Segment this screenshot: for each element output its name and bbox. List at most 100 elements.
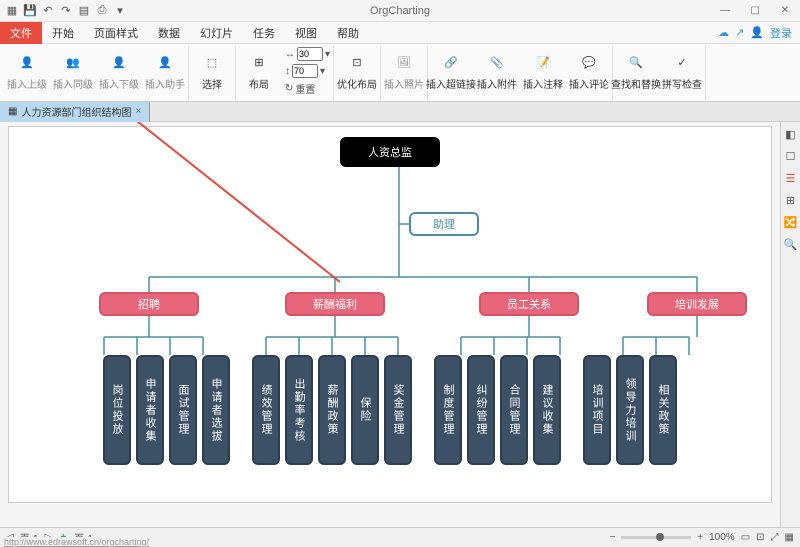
side-data-icon[interactable]: ⊞ [783, 192, 799, 208]
find-icon: 🔍 [625, 52, 647, 74]
side-search-icon[interactable]: 🔍 [783, 236, 799, 252]
node-leaf[interactable]: 培训项目 [583, 355, 611, 465]
side-theme-icon[interactable]: ◧ [783, 126, 799, 142]
node-leaf[interactable]: 建议收集 [533, 355, 561, 465]
doc-tab-label: 人力资源部门组织结构图 [21, 104, 131, 119]
node-assistant[interactable]: 助理 [409, 212, 479, 236]
ribbon-comment-button[interactable]: 💬 插入评论 [569, 46, 609, 96]
node-leaf[interactable]: 薪酬政策 [318, 355, 346, 465]
cloud-icon: ☁ [718, 26, 729, 39]
ribbon-label: 选择 [202, 76, 222, 91]
ribbon-cursor-button[interactable]: ⬚选择 [192, 46, 232, 96]
ribbon-image-button: 🖼插入照片 [384, 46, 424, 96]
fit-width-icon[interactable]: ⊡ [756, 532, 764, 543]
presentation-icon[interactable]: ▦ [785, 532, 794, 543]
ribbon-person-up-button: 👤插入上级 [7, 46, 47, 96]
right-side-panel: ◧ ☐ ☰ ⊞ 🔀 🔍 [780, 122, 800, 527]
minimize-button[interactable]: — [710, 0, 740, 22]
ribbon-spell-button[interactable]: ✓ 拼写检查 [662, 46, 702, 96]
node-leaf[interactable]: 相关政策 [649, 355, 677, 465]
drawing-canvas[interactable]: 人资总监 助理 招聘 薪酬福利 员工关系 培训发展 岗位投放申请者收集面试管理申请者选… [8, 126, 772, 503]
node-leaf[interactable]: 制度管理 [434, 355, 462, 465]
comment-icon: 💬 [578, 52, 600, 74]
side-shape-icon[interactable]: ☐ [783, 148, 799, 164]
side-list-icon[interactable]: ☰ [783, 170, 799, 186]
qat-undo-icon[interactable]: ↶ [40, 3, 56, 19]
footer-url[interactable]: http://www.edrawsoft.cn/orgcharting/ [4, 537, 149, 547]
ribbon-optimize-button[interactable]: ⊡优化布局 [337, 46, 377, 96]
person-down-icon: 👤 [108, 52, 130, 74]
login-area[interactable]: ☁ ↗ 👤 登录 [718, 25, 800, 41]
ribbon-label: 插入下级 [99, 76, 139, 91]
node-root[interactable]: 人资总监 [340, 137, 440, 167]
zoom-slider[interactable] [621, 536, 691, 539]
document-tab-bar: ▦ 人力资源部门组织结构图 × [0, 102, 800, 122]
ribbon-layout-button[interactable]: ⊞ 布局 [239, 46, 279, 96]
ribbon-toolbar: 👤插入上级👥插入同级👤插入下级👤插入助手⬚选择⊞布局↔▾↕▾↻重置⊡优化布局🖼插… [0, 44, 800, 102]
ribbon-label: 布局 [249, 76, 269, 91]
node-leaf[interactable]: 出勤率考核 [285, 355, 313, 465]
node-leaf[interactable]: 合同管理 [500, 355, 528, 465]
menu-文件[interactable]: 文件 [0, 22, 42, 44]
ribbon-label: 查找和替换 [611, 76, 661, 91]
qat-save-icon[interactable]: 💾 [22, 3, 38, 19]
qat-more-icon[interactable]: ▾ [112, 3, 128, 19]
quick-access-toolbar: ▦ 💾 ↶ ↷ ▤ ⎙ ▾ [0, 1, 132, 21]
menu-帮助[interactable]: 帮助 [327, 22, 369, 44]
node-leaf[interactable]: 申请者选拔 [202, 355, 230, 465]
menu-数据[interactable]: 数据 [148, 22, 190, 44]
ribbon-attach-button[interactable]: 📎插入附件 [477, 46, 517, 96]
ribbon-label: 插入注释 [523, 76, 563, 91]
zoom-in-button[interactable]: + [697, 532, 703, 543]
height-input[interactable] [292, 64, 318, 78]
qat-print-icon[interactable]: ⎙ [94, 3, 110, 19]
node-leaf[interactable]: 保险 [351, 355, 379, 465]
qat-redo-icon[interactable]: ↷ [58, 3, 74, 19]
ribbon-find-button[interactable]: 🔍查找和替换 [616, 46, 656, 96]
ribbon-note-button[interactable]: 📝插入注释 [523, 46, 563, 96]
title-bar: ▦ 💾 ↶ ↷ ▤ ⎙ ▾ OrgCharting — ▢ ✕ [0, 0, 800, 22]
node-leaf[interactable]: 纠纷管理 [467, 355, 495, 465]
node-leaf[interactable]: 领导力培训 [616, 355, 644, 465]
fit-page-icon[interactable]: ▭ [741, 532, 750, 543]
ribbon-label: 拼写检查 [662, 76, 702, 91]
doc-icon: ▦ [8, 106, 17, 117]
layout-icon: ⊞ [248, 52, 270, 74]
node-leaf[interactable]: 奖金管理 [384, 355, 412, 465]
tab-close-icon[interactable]: × [135, 106, 141, 117]
reset-size-button[interactable]: ↻重置 [285, 80, 330, 96]
node-leaf[interactable]: 绩效管理 [252, 355, 280, 465]
menu-幻灯片[interactable]: 幻灯片 [190, 22, 243, 44]
node-leaf[interactable]: 面试管理 [169, 355, 197, 465]
document-tab[interactable]: ▦ 人力资源部门组织结构图 × [0, 102, 150, 122]
ribbon-label: 插入评论 [569, 76, 609, 91]
maximize-button[interactable]: ▢ [740, 0, 770, 22]
person-up-icon: 👤 [16, 52, 38, 74]
node-leaf[interactable]: 申请者收集 [136, 355, 164, 465]
share-icon: ↗ [735, 26, 744, 39]
window-controls: — ▢ ✕ [710, 0, 800, 22]
zoom-value: 100% [709, 532, 735, 543]
ribbon-label: 插入超链接 [426, 76, 476, 91]
login-text[interactable]: 登录 [770, 25, 792, 41]
qat-doc-icon[interactable]: ▤ [76, 3, 92, 19]
menu-页面样式[interactable]: 页面样式 [84, 22, 148, 44]
width-input[interactable] [297, 47, 323, 61]
zoom-out-button[interactable]: − [609, 532, 615, 543]
menu-任务[interactable]: 任务 [243, 22, 285, 44]
node-category[interactable]: 薪酬福利 [285, 292, 385, 316]
node-category[interactable]: 员工关系 [479, 292, 579, 316]
spell-icon: ✓ [671, 52, 693, 74]
ribbon-link-button[interactable]: 🔗插入超链接 [431, 46, 471, 96]
close-button[interactable]: ✕ [770, 0, 800, 22]
qat-app-icon[interactable]: ▦ [4, 3, 20, 19]
menu-视图[interactable]: 视图 [285, 22, 327, 44]
node-category[interactable]: 培训发展 [647, 292, 747, 316]
side-tree-icon[interactable]: 🔀 [783, 214, 799, 230]
menu-开始[interactable]: 开始 [42, 22, 84, 44]
ribbon-label: 插入同级 [53, 76, 93, 91]
node-category[interactable]: 招聘 [99, 292, 199, 316]
ribbon-label: 插入附件 [477, 76, 517, 91]
fullscreen-icon[interactable]: ⤢ [771, 532, 779, 543]
node-leaf[interactable]: 岗位投放 [103, 355, 131, 465]
